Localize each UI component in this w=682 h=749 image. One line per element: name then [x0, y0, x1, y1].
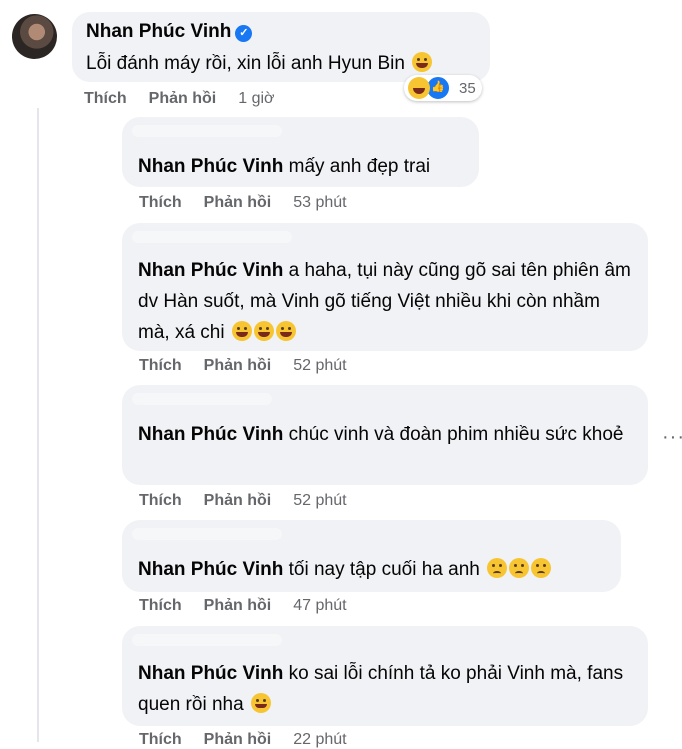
reply-text: chúc vinh và đoàn phim nhiều sức khoẻ [288, 424, 624, 445]
laughing-emoji-icon [412, 52, 433, 72]
reply-text: tối nay tập cuối ha anh [288, 559, 480, 580]
reply-bubble: Nhan Phúc Vinh mấy anh đẹp trai [122, 117, 479, 187]
reply-button[interactable]: Phản hồi [204, 194, 272, 212]
avatar[interactable] [12, 14, 57, 59]
rolling-laughing-emoji-icon [231, 321, 252, 341]
sad-emoji-icon [509, 558, 530, 578]
comment-author[interactable]: Nhan Phúc Vinh [86, 21, 231, 42]
reply-actions: Thích Phản hồi 53 phút [139, 194, 347, 212]
haha-reaction-icon [408, 77, 430, 99]
like-button[interactable]: Thích [139, 731, 182, 749]
reply-actions: Thích Phản hồi 52 phút [139, 357, 347, 375]
reply-actions: Thích Phản hồi 47 phút [139, 597, 347, 615]
like-button[interactable]: Thích [84, 90, 127, 108]
comment-actions: Thích Phản hồi 1 giờ [84, 90, 275, 108]
sad-emoji-icon [531, 558, 552, 578]
timestamp[interactable]: 53 phút [293, 194, 346, 212]
reaction-summary[interactable]: 👍 35 [404, 75, 482, 101]
timestamp[interactable]: 52 phút [293, 492, 346, 510]
like-button[interactable]: Thích [139, 194, 182, 212]
reply-text: mấy anh đẹp trai [288, 156, 431, 177]
reply-author[interactable]: Nhan Phúc Vinh [138, 424, 283, 445]
reply-button[interactable]: Phản hồi [149, 90, 217, 108]
timestamp[interactable]: 47 phút [293, 597, 346, 615]
reply-author[interactable]: Nhan Phúc Vinh [138, 559, 283, 580]
reply-button[interactable]: Phản hồi [204, 492, 272, 510]
rolling-laughing-emoji-icon [253, 321, 274, 341]
reaction-count: 35 [459, 79, 476, 97]
like-button[interactable]: Thích [139, 597, 182, 615]
timestamp[interactable]: 22 phút [293, 731, 346, 749]
blurred-avatar-area [132, 528, 282, 540]
blurred-avatar-area [132, 125, 282, 137]
comment-bubble: Nhan Phúc Vinh ✓ Lỗi đánh máy rồi, xin lỗ… [72, 12, 490, 82]
reply-bubble: Nhan Phúc Vinh a haha, tụi này cũng gõ s… [122, 223, 648, 351]
like-button[interactable]: Thích [139, 357, 182, 375]
blurred-avatar-area [132, 634, 282, 646]
blurred-avatar-area [132, 231, 292, 243]
reply-author[interactable]: Nhan Phúc Vinh [138, 260, 283, 281]
reply-button[interactable]: Phản hồi [204, 357, 272, 375]
reply-bubble: Nhan Phúc Vinh chúc vinh và đoàn phim nh… [122, 385, 648, 485]
grinning-emoji-icon [250, 693, 271, 713]
blurred-avatar-area [132, 393, 272, 405]
reply-actions: Thích Phản hồi 52 phút [139, 492, 347, 510]
reply-author[interactable]: Nhan Phúc Vinh [138, 156, 283, 177]
reply-bubble: Nhan Phúc Vinh tối nay tập cuối ha anh [122, 520, 621, 592]
timestamp[interactable]: 1 giờ [238, 90, 274, 108]
verified-badge-icon: ✓ [235, 25, 253, 42]
more-options-icon[interactable]: ··· [662, 426, 682, 449]
thread-line [37, 108, 39, 742]
reply-button[interactable]: Phản hồi [204, 597, 272, 615]
sad-emoji-icon [487, 558, 508, 578]
comment-text: Lỗi đánh máy rồi, xin lỗi anh Hyun Bin [86, 53, 405, 74]
like-button[interactable]: Thích [139, 492, 182, 510]
rolling-laughing-emoji-icon [275, 321, 296, 341]
reply-bubble: Nhan Phúc Vinh ko sai lỗi chính tả ko ph… [122, 626, 648, 726]
timestamp[interactable]: 52 phút [293, 357, 346, 375]
reply-actions: Thích Phản hồi 22 phút [139, 731, 347, 749]
reply-author[interactable]: Nhan Phúc Vinh [138, 663, 283, 684]
reply-button[interactable]: Phản hồi [204, 731, 272, 749]
